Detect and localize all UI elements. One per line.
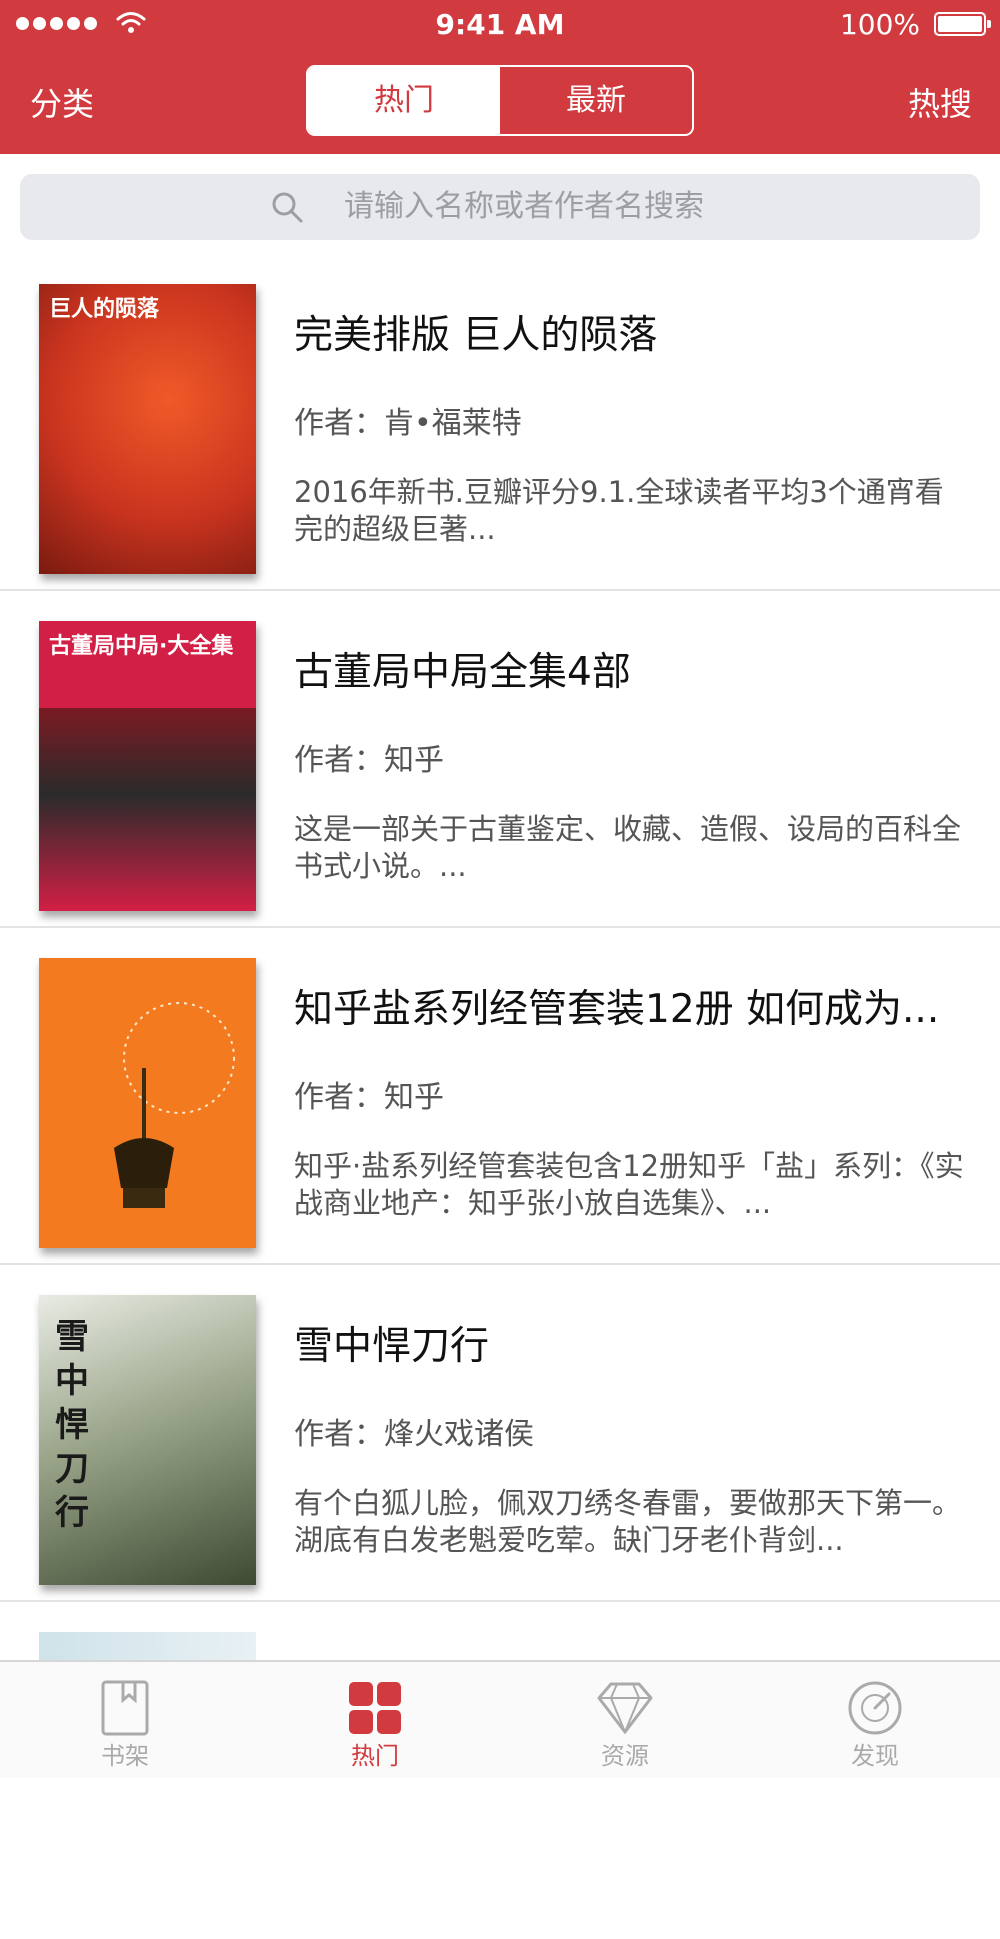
book-description: 知乎·盐系列经管套装包含12册知乎「盐」系列：《实战商业地产：知乎张小放自选集》… (294, 1149, 964, 1220)
tab-bookshelf[interactable]: 书架 (0, 1662, 250, 1780)
tab-bar: 书架 热门 资源 发现 (0, 1660, 1000, 1778)
tab-resources[interactable]: 资源 (500, 1662, 750, 1780)
book-author: 作者：烽火戏诸侯 (294, 1417, 534, 1452)
cover-text: 古董局中局·大全集 (49, 634, 234, 659)
segmented-control: 热门 最新 (306, 65, 694, 136)
book-author: 作者：知乎 (294, 743, 444, 778)
diamond-icon (597, 1682, 653, 1735)
book-cover: 巨人的陨落 (39, 284, 256, 574)
radar-icon (848, 1681, 902, 1735)
book-title: 雪中悍刀行 (294, 1324, 490, 1369)
grid-icon (349, 1682, 401, 1734)
search-placeholder: 请输入名称或者作者名搜索 (344, 189, 704, 224)
cover-text: 雪中悍刀行 (55, 1317, 89, 1533)
tab-discover[interactable]: 发现 (750, 1662, 1000, 1780)
book-description: 2016年新书.豆瓣评分9.1.全球读者平均3个通宵看完的超级巨著... (294, 475, 944, 546)
category-button[interactable]: 分类 (30, 84, 94, 124)
book-title: 知乎盐系列经管套装12册 如何成为... (294, 987, 940, 1032)
battery-icon (934, 12, 991, 36)
hot-search-button[interactable]: 热搜 (908, 84, 972, 124)
tab-label: 书架 (101, 1742, 149, 1770)
book-item[interactable]: 巨人的陨落 完美排版 巨人的陨落 作者：肯•福莱特 2016年新书.豆瓣评分9.… (0, 254, 1000, 591)
search-area: 请输入名称或者作者名搜索 (0, 154, 1000, 254)
book-title: 完美排版 巨人的陨落 (294, 313, 658, 358)
segment-latest[interactable]: 最新 (500, 67, 692, 134)
status-bar: 9:41 AM 100% (0, 0, 1000, 50)
lightbulb-icon (114, 1002, 235, 1208)
book-item[interactable]: 雪中悍刀行 雪中悍刀行 作者：烽火戏诸侯 有个白狐儿脸，佩双刀绣冬春雷，要做那天… (0, 1265, 1000, 1602)
book-item[interactable]: 知乎盐系列经管套装12册 如何成为... 作者：知乎 知乎·盐系列经管套装包含1… (0, 928, 1000, 1265)
segment-hot[interactable]: 热门 (308, 67, 500, 134)
search-icon (272, 192, 303, 223)
book-cover: 雪中悍刀行 (39, 1295, 256, 1585)
book-description: 有个白狐儿脸，佩双刀绣冬春雷，要做那天下第一。湖底有白发老魁爱吃荤。缺门牙老仆背… (294, 1486, 962, 1557)
tab-label: 发现 (851, 1742, 899, 1770)
tab-label: 热门 (351, 1742, 399, 1770)
book-cover: 古董局中局·大全集 (39, 621, 256, 911)
book-cover (39, 958, 256, 1248)
bookmark-book-icon (101, 1680, 149, 1736)
battery-percent: 100% (839, 8, 920, 41)
cover-text: 巨人的陨落 (49, 297, 160, 322)
tab-hot[interactable]: 热门 (250, 1662, 500, 1780)
tab-label: 资源 (601, 1742, 649, 1770)
book-author: 作者：肯•福莱特 (294, 406, 522, 441)
book-description: 这是一部关于古董鉴定、收藏、造假、设局的百科全书式小说。... (294, 812, 962, 883)
book-author: 作者：知乎 (294, 1080, 444, 1115)
app-header: 9:41 AM 100% 分类 热门 最新 热搜 (0, 0, 1000, 154)
book-title: 古董局中局全集4部 (294, 650, 631, 695)
search-input[interactable]: 请输入名称或者作者名搜索 (20, 174, 980, 240)
book-item[interactable]: 古董局中局·大全集 古董局中局全集4部 作者：知乎 这是一部关于古董鉴定、收藏、… (0, 591, 1000, 928)
